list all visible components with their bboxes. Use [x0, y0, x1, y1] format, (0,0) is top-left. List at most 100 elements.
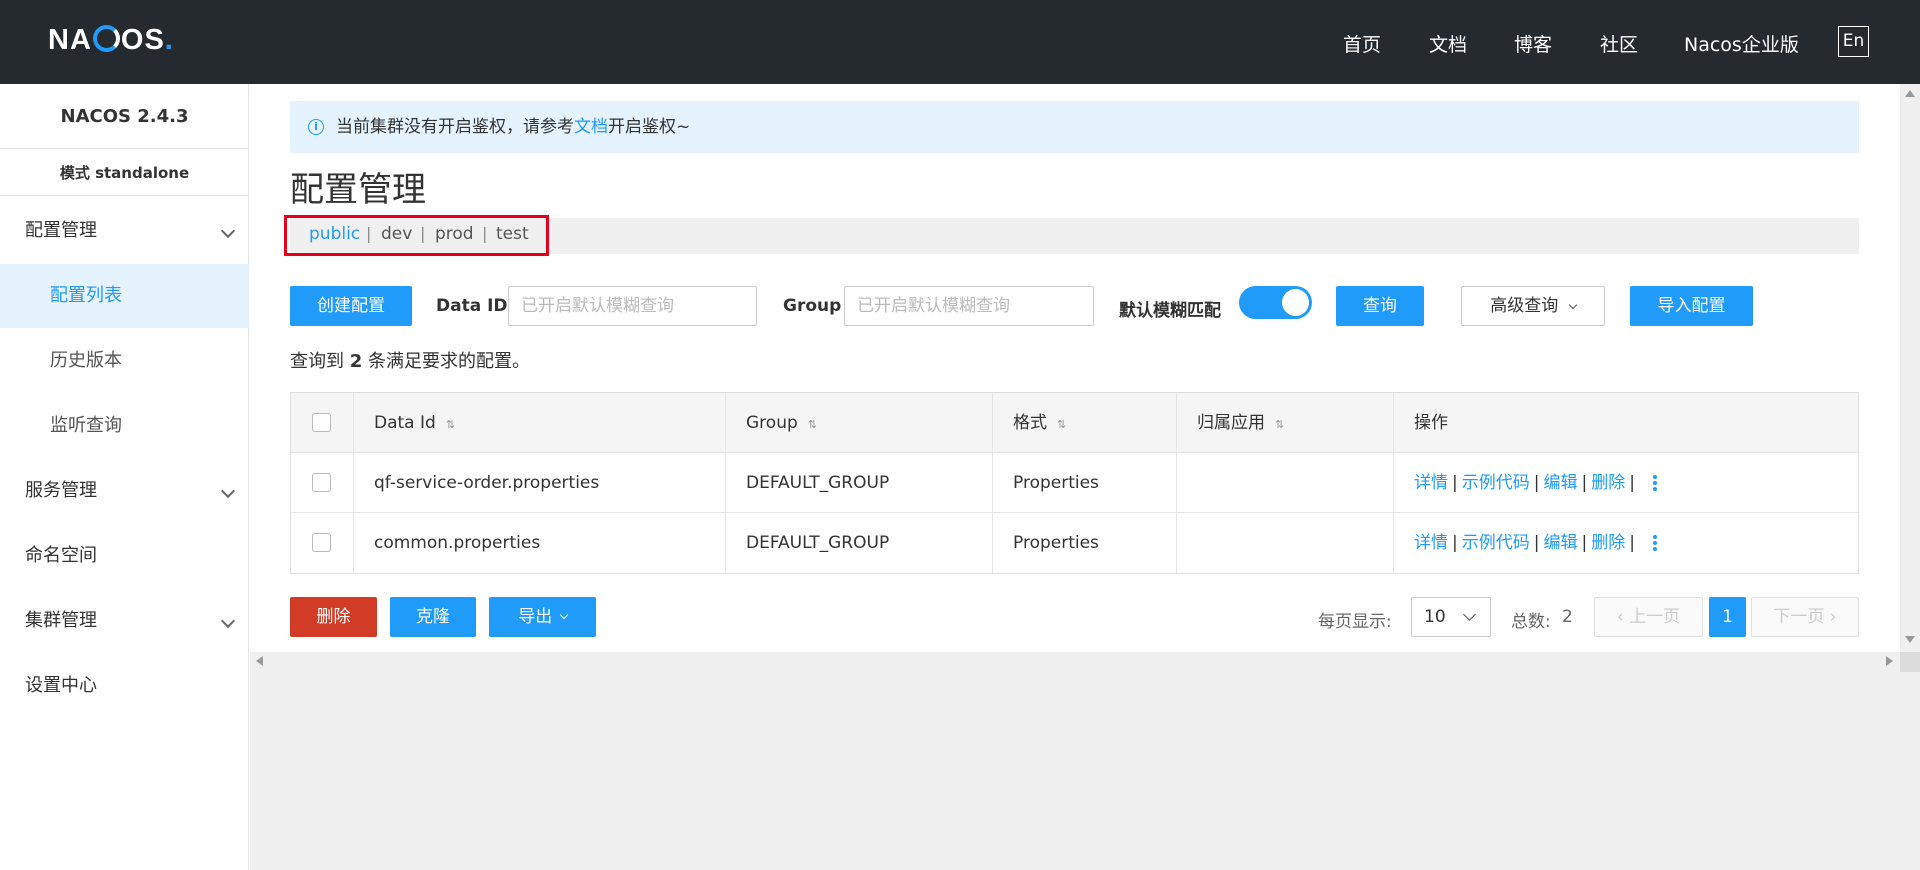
row-checkbox[interactable]	[312, 473, 331, 492]
scroll-down-icon[interactable]	[1905, 636, 1915, 643]
page-size-value: 10	[1424, 607, 1446, 627]
sidebar-item-config-management[interactable]: 配置管理	[0, 199, 249, 263]
sample-code-link[interactable]: 示例代码	[1462, 533, 1530, 553]
sort-icon[interactable]: ⇅	[1275, 395, 1284, 455]
header-group[interactable]: Group ⇅	[726, 393, 993, 452]
more-options-icon[interactable]	[1652, 473, 1657, 493]
header-data-id[interactable]: Data Id ⇅	[354, 393, 726, 452]
nav-community[interactable]: 社区	[1600, 30, 1638, 57]
row-checkbox[interactable]	[312, 533, 331, 552]
dataid-search-input[interactable]: 已开启默认模糊查询	[508, 286, 757, 326]
sidebar-item-label: 历史版本	[50, 350, 122, 371]
query-button[interactable]: 查询	[1336, 286, 1424, 326]
row-checkbox-cell	[291, 453, 354, 512]
edit-link[interactable]: 编辑	[1543, 533, 1577, 553]
table-row: common.properties DEFAULT_GROUP Properti…	[291, 513, 1858, 573]
header-actions: 操作	[1394, 393, 1858, 452]
create-config-button[interactable]: 创建配置	[290, 286, 412, 326]
header-label: 操作	[1414, 413, 1448, 433]
result-count: 2	[349, 351, 363, 372]
sidebar-item-history-version[interactable]: 历史版本	[0, 329, 249, 393]
chevron-left-icon: ‹	[1616, 607, 1624, 627]
nav-home[interactable]: 首页	[1343, 30, 1381, 57]
scroll-left-icon[interactable]	[256, 656, 263, 666]
cell-format: Properties	[993, 453, 1177, 512]
chevron-down-icon	[1463, 608, 1476, 621]
header-app[interactable]: 归属应用 ⇅	[1177, 393, 1394, 452]
sidebar-item-label: 集群管理	[25, 610, 97, 631]
sidebar-item-label: 配置管理	[25, 220, 97, 241]
sidebar-item-listener-query[interactable]: 监听查询	[0, 394, 249, 458]
page-size-select[interactable]: 10	[1411, 597, 1491, 637]
sidebar-item-namespace[interactable]: 命名空间	[0, 524, 249, 588]
advanced-query-button[interactable]: 高级查询	[1461, 286, 1605, 326]
action-separator: |	[1581, 533, 1588, 553]
sidebar-item-service-management[interactable]: 服务管理	[0, 459, 249, 523]
total-label: 总数:	[1511, 612, 1551, 632]
notice-docs-link[interactable]: 文档	[574, 117, 608, 137]
sample-code-link[interactable]: 示例代码	[1462, 473, 1530, 493]
header-format[interactable]: 格式 ⇅	[993, 393, 1177, 452]
action-separator: |	[1581, 473, 1588, 493]
sidebar-item-cluster-management[interactable]: 集群管理	[0, 589, 249, 653]
detail-link[interactable]: 详情	[1414, 473, 1448, 493]
page-title: 配置管理	[290, 170, 426, 210]
fuzzy-match-toggle[interactable]	[1239, 286, 1312, 319]
sidebar-item-settings-center[interactable]: 设置中心	[0, 654, 249, 718]
sidebar-item-config-list[interactable]: 配置列表	[0, 264, 249, 328]
sort-icon[interactable]: ⇅	[1057, 395, 1066, 455]
select-all-checkbox[interactable]	[312, 413, 331, 432]
row-checkbox-cell	[291, 513, 354, 573]
horizontal-scrollbar[interactable]	[250, 652, 1900, 670]
chevron-right-icon: ›	[1829, 607, 1837, 627]
sort-icon[interactable]: ⇅	[446, 395, 455, 455]
cell-group: DEFAULT_GROUP	[726, 453, 993, 512]
group-search-input[interactable]: 已开启默认模糊查询	[844, 286, 1094, 326]
bulk-delete-button[interactable]: 删除	[290, 597, 377, 637]
delete-link[interactable]: 删除	[1591, 473, 1625, 493]
current-page-button[interactable]: 1	[1709, 597, 1746, 637]
more-options-icon[interactable]	[1652, 533, 1657, 553]
detail-link[interactable]: 详情	[1414, 533, 1448, 553]
edit-link[interactable]: 编辑	[1543, 473, 1577, 493]
chevron-down-icon	[1568, 300, 1577, 310]
sort-icon[interactable]: ⇅	[808, 395, 817, 455]
prev-page-button[interactable]: ‹ 上一页	[1594, 597, 1703, 637]
sidebar-divider	[0, 195, 249, 196]
scroll-up-icon[interactable]	[1905, 90, 1915, 97]
action-separator: |	[1452, 473, 1458, 493]
namespace-highlight-box	[284, 215, 549, 256]
scroll-right-icon[interactable]	[1886, 656, 1893, 666]
page-size-label: 每页显示:	[1318, 612, 1392, 632]
vertical-scrollbar[interactable]	[1900, 84, 1920, 870]
sidebar-divider	[0, 148, 249, 149]
info-icon: i	[308, 119, 324, 135]
action-separator: |	[1533, 533, 1540, 553]
cell-actions: 详情 | 示例代码 | 编辑 | 删除 |	[1394, 513, 1858, 573]
next-page-button[interactable]: 下一页 ›	[1751, 597, 1859, 637]
chevron-down-icon	[220, 613, 236, 629]
nav-enterprise[interactable]: Nacos企业版	[1684, 30, 1799, 57]
sidebar-item-label: 命名空间	[25, 545, 97, 566]
action-separator: |	[1629, 473, 1635, 493]
sidebar-item-label: 服务管理	[25, 480, 97, 501]
fuzzy-match-label: 默认模糊匹配	[1119, 301, 1221, 321]
delete-link[interactable]: 删除	[1591, 533, 1625, 553]
header-label: 归属应用	[1197, 413, 1265, 433]
export-button[interactable]: 导出	[489, 597, 596, 637]
clone-button[interactable]: 克隆	[390, 597, 476, 637]
header-label: 格式	[1013, 413, 1047, 433]
sidebar-item-label: 配置列表	[50, 285, 122, 306]
language-switch-button[interactable]: En	[1838, 26, 1869, 57]
result-prefix: 查询到	[290, 351, 344, 372]
nacos-logo[interactable]: NA OS.	[48, 24, 174, 57]
import-config-button[interactable]: 导入配置	[1630, 286, 1753, 326]
sidebar: NACOS 2.4.3 模式 standalone 配置管理 配置列表 历史版本…	[0, 84, 249, 870]
action-separator: |	[1629, 533, 1635, 553]
header-label: Data Id	[374, 413, 436, 433]
cell-group: DEFAULT_GROUP	[726, 513, 993, 573]
nav-docs[interactable]: 文档	[1429, 30, 1467, 57]
nav-blog[interactable]: 博客	[1514, 30, 1552, 57]
notice-prefix: 当前集群没有开启鉴权，请参考	[336, 117, 574, 137]
next-page-label: 下一页	[1773, 607, 1825, 627]
